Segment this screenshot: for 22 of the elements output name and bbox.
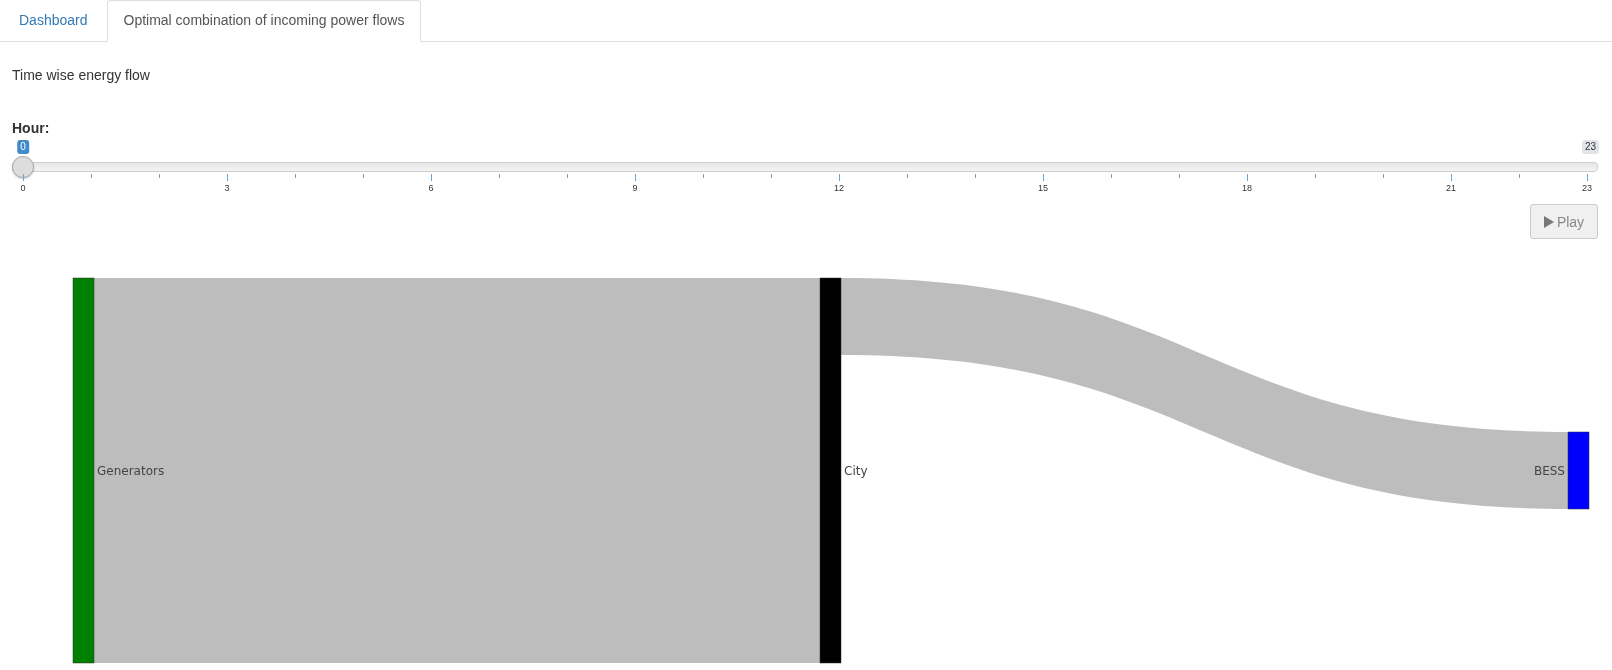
tick-label: 3 [224,183,230,193]
section-heading: Time wise energy flow [12,67,151,85]
value-badge: 0 [17,140,29,154]
slider-label: Hour: [12,120,51,138]
tab[interactable]: Dashboard [2,0,105,41]
tick-label: 15 [1038,183,1048,193]
node-label: Generators [97,463,165,478]
tab[interactable]: Optimal combination of incoming power flows [106,0,422,42]
play-button[interactable]: Play [1530,204,1598,239]
tick-label: 0 [20,183,26,193]
slider-track[interactable] [12,156,1598,178]
node-label: BESS [1533,463,1565,478]
node-label: City [844,463,868,478]
tick-label: 23 [1582,183,1592,193]
slider-handle[interactable] [12,156,34,178]
tick-label: 9 [632,183,638,193]
tick-label: 21 [1446,183,1456,193]
tick-label: 12 [834,183,844,193]
tick-label: 6 [428,183,434,193]
play-icon [1543,215,1554,228]
max-value-badge: 23 [1581,140,1599,154]
tick-label: 18 [1242,183,1252,193]
